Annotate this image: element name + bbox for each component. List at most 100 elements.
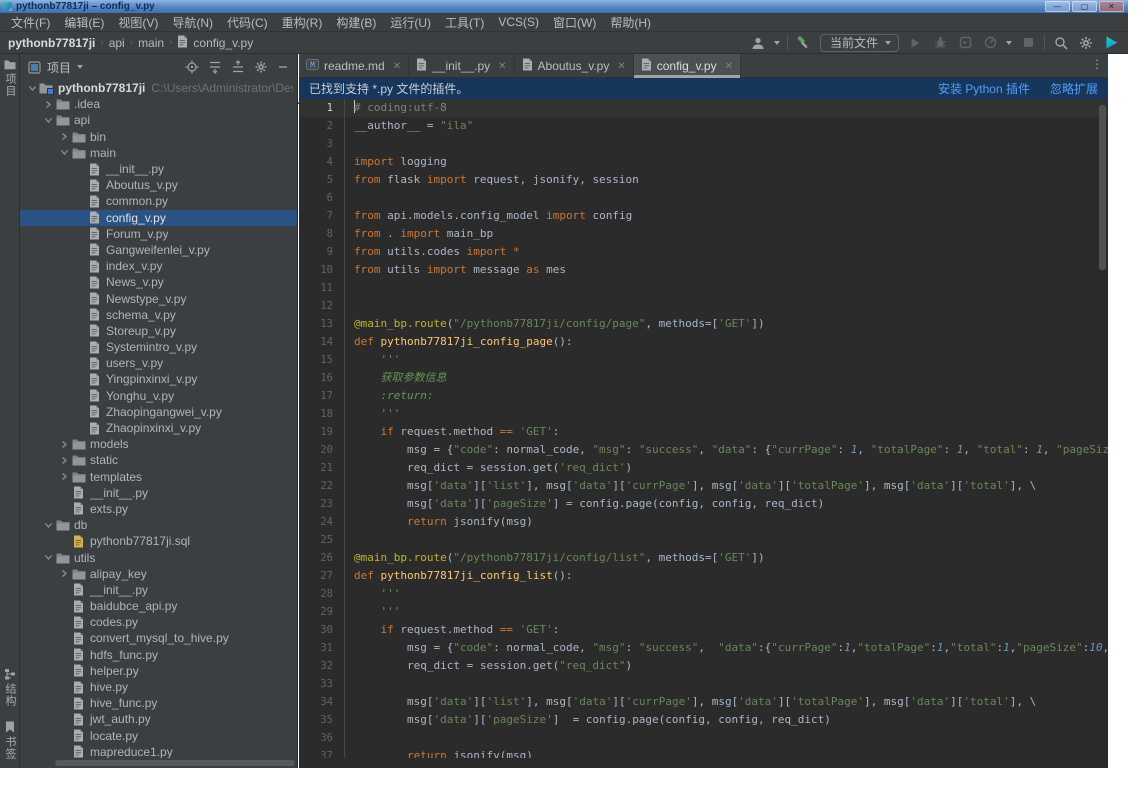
- tree-item-main[interactable]: main: [20, 145, 297, 161]
- coverage-button[interactable]: [956, 34, 974, 52]
- tree-item-aboutus-v-py[interactable]: Aboutus_v.py: [20, 177, 297, 193]
- tree-item-yingpinxinxi-v-py[interactable]: Yingpinxinxi_v.py: [20, 371, 297, 387]
- tree-chevron[interactable]: [58, 148, 71, 157]
- tree-item-alipay-key[interactable]: alipay_key: [20, 566, 297, 582]
- tool-window-structure[interactable]: 结构: [2, 668, 18, 707]
- tree-item-hive-py[interactable]: hive.py: [20, 679, 297, 695]
- project-view-caret-icon[interactable]: [77, 65, 83, 69]
- menu-item-build[interactable]: 构建(B): [329, 14, 383, 31]
- user-caret-icon[interactable]: [774, 41, 780, 45]
- tree-item-newstype-v-py[interactable]: Newstype_v.py: [20, 290, 297, 306]
- panel-settings-gear-icon[interactable]: [254, 60, 268, 74]
- menu-item-vcs[interactable]: VCS(S): [491, 15, 546, 29]
- menu-item-view[interactable]: 视图(V): [111, 14, 165, 31]
- minimize-button[interactable]: —: [1045, 1, 1070, 12]
- close-button[interactable]: ✕: [1099, 1, 1124, 12]
- tab-close-icon[interactable]: ✕: [725, 61, 733, 72]
- project-panel-title[interactable]: 项目: [47, 59, 71, 76]
- tree-item-exts-py[interactable]: exts.py: [20, 501, 297, 517]
- user-account-icon[interactable]: [749, 34, 767, 52]
- search-everywhere-icon[interactable]: [1052, 34, 1070, 52]
- expand-all-icon[interactable]: [208, 60, 222, 74]
- code-editor[interactable]: 1# coding:utf-82__author__ = "ila"34impo…: [299, 99, 1108, 758]
- menu-item-file[interactable]: 文件(F): [4, 14, 57, 31]
- stop-button[interactable]: [1019, 34, 1037, 52]
- tree-item-utils[interactable]: utils: [20, 549, 297, 565]
- tree-item-gangweifenlei-v-py[interactable]: Gangweifenlei_v.py: [20, 242, 297, 258]
- profiler-run-icon[interactable]: [981, 34, 999, 52]
- tree-chevron[interactable]: [58, 132, 71, 141]
- menu-item-window[interactable]: 窗口(W): [546, 14, 603, 31]
- tab-config[interactable]: config_v.py✕: [634, 54, 741, 78]
- tree-item-locate-py[interactable]: locate.py: [20, 728, 297, 744]
- menu-item-navigate[interactable]: 导航(N): [165, 14, 220, 31]
- tree-item-baidubce-api-py[interactable]: baidubce_api.py: [20, 598, 297, 614]
- tab-options-icon[interactable]: ⋮: [1091, 57, 1103, 71]
- tree-item-pythonb77817ji-sql[interactable]: pythonb77817ji.sql: [20, 533, 297, 549]
- breadcrumb-item-api[interactable]: api: [109, 36, 125, 50]
- run-button[interactable]: [906, 34, 924, 52]
- tree-item-users-v-py[interactable]: users_v.py: [20, 355, 297, 371]
- tree-item-hive-func-py[interactable]: hive_func.py: [20, 695, 297, 711]
- tree-item-common-py[interactable]: common.py: [20, 193, 297, 209]
- more-run-options-caret-icon[interactable]: [1006, 41, 1012, 45]
- tree-item-schema-v-py[interactable]: schema_v.py: [20, 307, 297, 323]
- tree-item-pythonb77817ji[interactable]: pythonb77817jiC:\Users\Administrator\Des…: [20, 80, 297, 96]
- tree-chevron[interactable]: [58, 569, 71, 578]
- tree-item-templates[interactable]: templates: [20, 469, 297, 485]
- collapse-all-icon[interactable]: [231, 60, 245, 74]
- tree-item-forum-v-py[interactable]: Forum_v.py: [20, 226, 297, 242]
- tree-item-zhaopinxinxi-v-py[interactable]: Zhaopinxinxi_v.py: [20, 420, 297, 436]
- tree-chevron[interactable]: [58, 456, 71, 465]
- maximize-button[interactable]: ▢: [1072, 1, 1097, 12]
- tree-item-init-py[interactable]: __init__.py: [20, 582, 297, 598]
- project-tree-hscrollbar[interactable]: [55, 760, 295, 766]
- ignore-extension-link[interactable]: 忽略扩展: [1050, 80, 1098, 97]
- tree-item-jwt-auth-py[interactable]: jwt_auth.py: [20, 711, 297, 727]
- tool-window-project[interactable]: 项目: [0, 59, 20, 97]
- tree-chevron[interactable]: [58, 472, 71, 481]
- tree-item-bin[interactable]: bin: [20, 129, 297, 145]
- tree-item-config-v-py[interactable]: config_v.py: [20, 210, 297, 226]
- tree-item-systemintro-v-py[interactable]: Systemintro_v.py: [20, 339, 297, 355]
- tree-chevron[interactable]: [58, 440, 71, 449]
- tree-item-codes-py[interactable]: codes.py: [20, 614, 297, 630]
- tree-item-news-v-py[interactable]: News_v.py: [20, 274, 297, 290]
- tree-item-init-py[interactable]: __init__.py: [20, 485, 297, 501]
- tree-item-idea[interactable]: .idea: [20, 96, 297, 112]
- tree-item-db[interactable]: db: [20, 517, 297, 533]
- tree-item-hdfs-func-py[interactable]: hdfs_func.py: [20, 647, 297, 663]
- menu-item-refactor[interactable]: 重构(R): [275, 14, 330, 31]
- tree-chevron[interactable]: [42, 100, 55, 109]
- debug-button[interactable]: [931, 34, 949, 52]
- tab-readme[interactable]: Mreadme.md✕: [299, 54, 409, 78]
- tree-item-mapreduce1-py[interactable]: mapreduce1.py: [20, 744, 297, 758]
- tab-init[interactable]: __init__.py✕: [409, 54, 514, 78]
- tree-item-convert-mysql-to-hive-py[interactable]: convert_mysql_to_hive.py: [20, 630, 297, 646]
- build-hammer-icon[interactable]: [795, 34, 813, 52]
- tree-item-index-v-py[interactable]: index_v.py: [20, 258, 297, 274]
- tree-chevron[interactable]: [26, 84, 39, 93]
- editor-vscrollbar[interactable]: [1099, 105, 1106, 270]
- hide-panel-icon[interactable]: [277, 61, 289, 73]
- tab-close-icon[interactable]: ✕: [617, 61, 625, 72]
- breadcrumb-item-pythonb77817ji[interactable]: pythonb77817ji: [8, 36, 95, 50]
- settings-gear-icon[interactable]: [1077, 34, 1095, 52]
- tree-chevron[interactable]: [42, 116, 55, 125]
- menu-item-run[interactable]: 运行(U): [383, 14, 438, 31]
- tree-item-static[interactable]: static: [20, 452, 297, 468]
- run-configuration-selector[interactable]: 当前文件: [820, 34, 899, 52]
- menu-item-tools[interactable]: 工具(T): [438, 14, 491, 31]
- tree-chevron[interactable]: [42, 521, 55, 530]
- editor-hscrollbar[interactable]: [355, 759, 975, 766]
- breadcrumb-item-config-v-py[interactable]: config_v.py: [193, 36, 253, 50]
- locate-file-icon[interactable]: [185, 60, 199, 74]
- tree-item-yonghu-v-py[interactable]: Yonghu_v.py: [20, 388, 297, 404]
- breadcrumb-item-main[interactable]: main: [138, 36, 164, 50]
- tab-aboutus[interactable]: Aboutus_v.py✕: [515, 54, 634, 78]
- tree-chevron[interactable]: [42, 553, 55, 562]
- tree-item-api[interactable]: api: [20, 112, 297, 128]
- tree-item-helper-py[interactable]: helper.py: [20, 663, 297, 679]
- tree-item-zhaopingangwei-v-py[interactable]: Zhaopingangwei_v.py: [20, 404, 297, 420]
- tool-window-bookmarks[interactable]: 书签: [2, 721, 18, 760]
